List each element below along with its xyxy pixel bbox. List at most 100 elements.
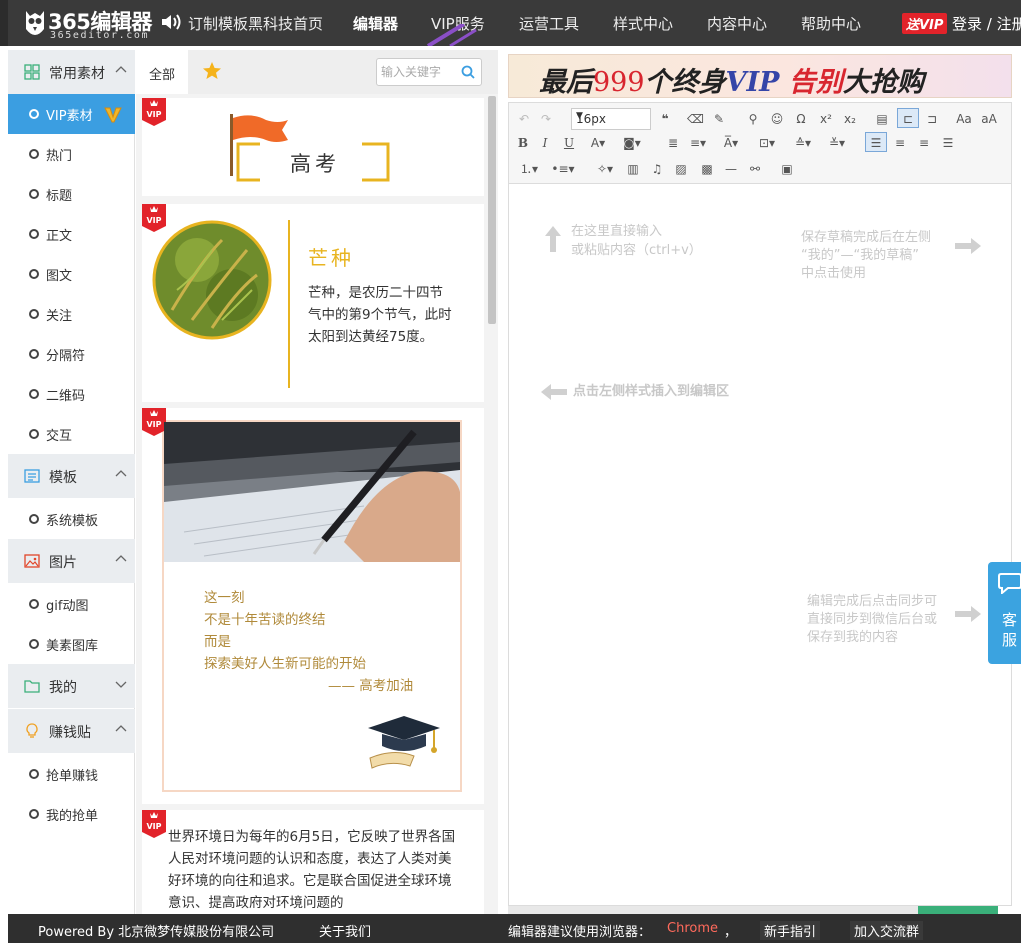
superscript-icon[interactable]: x²	[817, 109, 835, 129]
magic-wand-icon[interactable]: ✧▾	[591, 159, 619, 179]
material-scrollbar[interactable]	[488, 96, 496, 324]
sidebar-item-my-orders[interactable]: 我的抢单	[8, 794, 135, 834]
material-card-mangzhong[interactable]: VIP 芒种 芒种，是农历二十四节气中的第9个节气，此时太阳到达黄经75度。	[142, 204, 484, 402]
sidebar-cat-image[interactable]: 图片	[8, 539, 135, 583]
banner-part: 个终身	[644, 67, 726, 98]
indent-right-icon[interactable]: ⊐	[923, 109, 941, 129]
sidebar-item-gallery[interactable]: 美素图库	[8, 624, 135, 664]
spacing-before-icon[interactable]: ≙▾	[789, 133, 817, 153]
material-card-environment-day[interactable]: VIP 世界环境日为每年的6月5日，它反映了世界各国人民对环境问题的认识和态度，…	[142, 810, 484, 914]
sidebar-cat-label: 常用素材	[49, 66, 105, 82]
font-color-icon[interactable]: A▾	[585, 133, 611, 153]
sidebar-item-image-text[interactable]: 图文	[8, 254, 135, 294]
binoculars-icon[interactable]: ⚯	[747, 159, 763, 179]
font-larger-icon[interactable]: aA	[979, 109, 999, 129]
sidebar-item-body[interactable]: 正文	[8, 214, 135, 254]
spacing-after-icon[interactable]: ≚▾	[823, 133, 851, 153]
italic-icon[interactable]: I	[537, 133, 553, 153]
blockquote-icon[interactable]: ❝	[657, 109, 673, 129]
material-tabs: 全部	[136, 50, 498, 94]
undo-icon[interactable]: ↶	[515, 109, 533, 129]
card-body-text: 世界环境日为每年的6月5日，它反映了世界各国人民对环境问题的认识和态度，表达了人…	[168, 829, 456, 911]
align-left-icon[interactable]: ☰	[865, 132, 887, 152]
emoji-icon[interactable]: ☺	[769, 109, 785, 129]
status-strip	[508, 906, 918, 914]
justify-icon[interactable]: ☰	[939, 133, 957, 153]
sync-button-edge[interactable]	[918, 906, 998, 914]
sidebar-item-divider[interactable]: 分隔符	[8, 334, 135, 374]
material-list[interactable]: VIP 高考 VIP 芒种 芒种，是农历二十四节气中的第9个节气，此时太阳到达黄…	[136, 94, 498, 914]
sidebar-item-gif[interactable]: gif动图	[8, 584, 135, 624]
sidebar-item-qrcode[interactable]: 二维码	[8, 374, 135, 414]
line-height-icon[interactable]: ≣	[665, 133, 681, 153]
unordered-list-icon[interactable]: •≡▾	[549, 159, 577, 179]
star-icon[interactable]	[202, 61, 222, 81]
horizontal-rule-icon[interactable]: —	[723, 159, 739, 179]
nav-editor[interactable]: 编辑器	[353, 13, 398, 34]
customer-service-float[interactable]: 客服	[988, 562, 1021, 664]
format-brush-icon[interactable]: ✎	[711, 109, 727, 129]
sidebar-item-system-template[interactable]: 系统模板	[8, 499, 135, 539]
search-icon[interactable]	[461, 65, 475, 79]
link-icon[interactable]: ⚲	[745, 109, 761, 129]
sidebar-item-vip[interactable]: VIP素材	[8, 94, 135, 134]
search-input[interactable]	[381, 63, 459, 81]
sidebar-cat-label: 图片	[49, 555, 77, 571]
underline-icon[interactable]: U	[561, 133, 577, 153]
speaker-icon[interactable]	[160, 12, 184, 32]
sidebar-cat-mine[interactable]: 我的	[8, 664, 135, 708]
special-char-icon[interactable]: Ω	[793, 109, 809, 129]
nav-content-center[interactable]: 内容中心	[707, 13, 767, 34]
sidebar-item-follow[interactable]: 关注	[8, 294, 135, 334]
background-color-icon[interactable]: ◙▾	[619, 133, 645, 153]
letter-spacing-icon[interactable]: A̅▾	[717, 133, 745, 153]
send-vip-badge[interactable]: 送VIP	[902, 13, 948, 34]
hint-draft-line1: 保存草稿完成后在左侧	[801, 230, 932, 245]
redo-icon[interactable]: ↷	[537, 109, 555, 129]
align-center-icon[interactable]: ≡	[891, 133, 909, 153]
preview-icon[interactable]: ▣	[779, 159, 795, 179]
nav-template-home[interactable]: 订制模板黑科技首页	[188, 13, 323, 34]
promo-banner[interactable]: 最后999个终身VIP 告别大抢购	[508, 54, 1012, 98]
graduation-cap-icon	[368, 716, 440, 769]
footer-join-group-button[interactable]: 加入交流群	[850, 921, 924, 940]
sidebar-item-label: 分隔符	[46, 349, 86, 364]
sidebar-item-hot[interactable]: 热门	[8, 134, 135, 174]
sidebar-item-grab-orders[interactable]: 抢单赚钱	[8, 754, 135, 794]
border-icon[interactable]: ⊡▾	[753, 133, 781, 153]
login-register-link[interactable]: 登录 / 注册	[952, 13, 1021, 34]
image-insert-icon[interactable]: ▨	[673, 159, 689, 179]
footer-about-link[interactable]: 关于我们	[319, 921, 371, 940]
nav-operation-tools[interactable]: 运营工具	[519, 13, 579, 34]
footer: Powered By 北京微梦传媒股份有限公司 关于我们 编辑器建议使用浏览器：…	[8, 914, 1021, 943]
footer-guide-button[interactable]: 新手指引	[760, 921, 821, 940]
eraser-icon[interactable]: ⌫	[687, 109, 704, 129]
image-library-icon[interactable]: ▩	[697, 159, 717, 179]
tab-all[interactable]: 全部	[136, 50, 188, 94]
nav-style-center[interactable]: 样式中心	[613, 13, 673, 34]
sidebar-cat-common[interactable]: 常用素材	[8, 50, 135, 94]
table-icon[interactable]: ▥	[625, 159, 641, 179]
logo[interactable]: 365编辑器 365editor.com	[18, 3, 152, 43]
paste-plain-icon[interactable]: ▤	[873, 109, 891, 129]
font-size-select[interactable]: 16px ▼	[571, 108, 651, 130]
footer-browser-name[interactable]: Chrome	[667, 921, 718, 936]
indent-left-icon[interactable]: ⊏	[897, 108, 919, 128]
material-card-gaokao-title[interactable]: VIP 高考	[142, 98, 484, 196]
sidebar-cat-template[interactable]: 模板	[8, 454, 135, 498]
sidebar-cat-earn[interactable]: 赚钱贴	[8, 709, 135, 753]
ordered-list-icon[interactable]: ⒈▾	[515, 159, 543, 179]
material-card-gaokao-cheer[interactable]: VIP 这一刻 不是十年苦读的终结 而是 探索美好人生新可能的开始 —— 高考加…	[142, 408, 484, 804]
sidebar-item-title[interactable]: 标题	[8, 174, 135, 214]
subscript-icon[interactable]: x₂	[841, 109, 859, 129]
music-icon[interactable]: ♫	[649, 159, 665, 179]
sidebar-item-label: 二维码	[46, 389, 86, 404]
sidebar-item-interact[interactable]: 交互	[8, 414, 135, 454]
align-right-icon[interactable]: ≡	[915, 133, 933, 153]
nav-help-center[interactable]: 帮助中心	[801, 13, 861, 34]
paragraph-spacing-icon[interactable]: ≡▾	[685, 133, 711, 153]
hint-draft-line2: “我的”—“我的草稿”	[801, 248, 919, 263]
bold-icon[interactable]: B	[515, 133, 531, 153]
font-smaller-icon[interactable]: Aa	[955, 109, 973, 129]
editor-canvas[interactable]: 在这里直接输入 或粘贴内容（ctrl+v） 保存草稿完成后在左侧 “我的”—“我…	[508, 184, 1012, 906]
